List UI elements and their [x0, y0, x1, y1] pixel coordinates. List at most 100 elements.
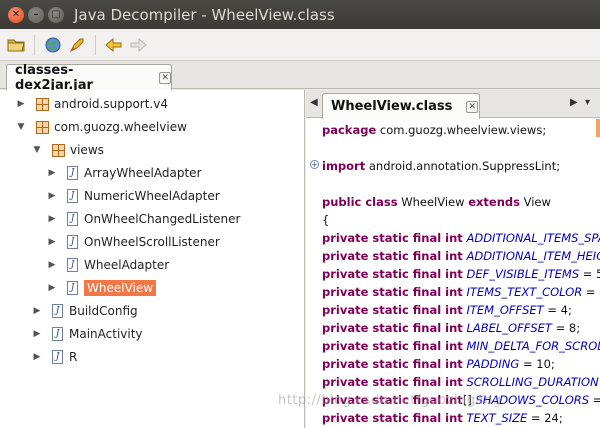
code-text: = { [592, 393, 600, 407]
code-keyword: public class [322, 195, 398, 209]
collapsed-arrow-icon[interactable]: ▶ [47, 168, 57, 178]
code-text: = -16 [585, 285, 600, 299]
tree-node-com-guozg-wheelview[interactable]: ▼ com.guozg.wheelview [16, 117, 187, 137]
tree-node-label: ArrayWheelAdapter [84, 166, 202, 180]
editor-tab-label: WheelView.class [331, 99, 453, 114]
package-icon [36, 120, 49, 134]
tree-node-arraywheeladapter[interactable]: ▶ J ArrayWheelAdapter [47, 163, 202, 183]
tree-node-onwheelchangedlistener[interactable]: ▶ J OnWheelChangedListener [47, 209, 240, 229]
code-line: private static final int ITEMS_TEXT_COLO… [322, 283, 600, 301]
java-file-icon: J [67, 189, 78, 203]
collapsed-arrow-icon[interactable]: ▶ [47, 214, 57, 224]
tree-node-label: MainActivity [69, 327, 143, 341]
tree-node-wheeladapter[interactable]: ▶ J WheelAdapter [47, 255, 169, 275]
editor-gutter: + [306, 119, 320, 428]
code-line: private static final int SCROLLING_DURAT… [322, 373, 600, 391]
code-field-name: SCROLLING_DURATION [462, 375, 599, 389]
code-line: private static final int TEXT_SIZE = 24; [322, 409, 563, 427]
collapsed-arrow-icon[interactable]: ▶ [32, 352, 42, 362]
tree-node-label: OnWheelChangedListener [84, 212, 241, 226]
tree-node-wheelview[interactable]: ▶ J WheelView [47, 278, 157, 298]
java-file-icon: J [67, 212, 78, 226]
code-line: private static final int MIN_DELTA_FOR_S… [322, 337, 600, 355]
code-keyword: private static final int [322, 303, 463, 317]
code-editor: ◀ WheelView.class ✕ ▶ ▾ + package com.gu… [306, 90, 600, 428]
tree-node-r[interactable]: ▶ J R [32, 347, 77, 367]
code-keyword: private static final int [322, 339, 463, 353]
tree-node-label: android.support.v4 [54, 97, 168, 111]
jar-tab[interactable]: classes-dex2jar.jar ✕ [6, 62, 172, 93]
code-text: = 4; [543, 303, 572, 317]
java-file-icon: J [67, 166, 78, 180]
minimize-window-button[interactable]: – [28, 6, 44, 23]
code-keyword: private static final int [322, 375, 463, 389]
tab-list-icon[interactable]: ▾ [585, 97, 590, 108]
code-field-name: LABEL_OFFSET [462, 321, 552, 335]
close-window-button[interactable]: ✕ [8, 6, 24, 23]
tree-node-android-support-v4[interactable]: ▶ android.support.v4 [16, 94, 168, 114]
code-field-name: MIN_DELTA_FOR_SCROLL [462, 339, 600, 353]
expanded-arrow-icon[interactable]: ▼ [32, 145, 42, 155]
code-keyword: private static final int [322, 231, 463, 245]
jar-tab-bar: classes-dex2jar.jar ✕ [0, 61, 600, 93]
code-keyword: private static final int [322, 267, 463, 281]
code-keyword: private static final int [322, 321, 463, 335]
code-keyword: private static final int [322, 411, 463, 425]
watermark: http://blog.csdn.net/guozhigang [278, 393, 502, 408]
editor-tab-close-icon[interactable]: ✕ [466, 100, 479, 113]
back-arrow-icon[interactable] [104, 35, 124, 55]
tree-node-views[interactable]: ▼ views [32, 140, 104, 160]
maximize-window-button[interactable]: ▢ [48, 6, 64, 23]
collapsed-arrow-icon[interactable]: ▶ [47, 191, 57, 201]
code-field-name: ADDITIONAL_ITEM_HEIGH [462, 249, 600, 263]
open-folder-icon[interactable] [6, 35, 26, 55]
package-icon [52, 143, 65, 157]
expanded-arrow-icon[interactable]: ▼ [16, 122, 26, 132]
overview-marker [596, 119, 600, 137]
tree-node-label: views [70, 143, 104, 157]
fold-expand-icon[interactable]: + [310, 160, 319, 169]
collapsed-arrow-icon[interactable]: ▶ [16, 99, 26, 109]
tree-node-onwheelscrolllistener[interactable]: ▶ J OnWheelScrollListener [47, 232, 220, 252]
editor-tab-wheelview[interactable]: WheelView.class ✕ [322, 93, 480, 119]
code-text: android.annotation.SuppressLint; [365, 159, 561, 173]
code-line: private static final int LABEL_OFFSET = … [322, 319, 580, 337]
code-field-name: TEXT_SIZE [462, 411, 528, 425]
tree-node-buildconfig[interactable]: ▶ J BuildConfig [32, 301, 138, 321]
code-field-name: ITEMS_TEXT_COLOR [462, 285, 583, 299]
collapsed-arrow-icon[interactable]: ▶ [47, 260, 57, 270]
tab-scroll-right-icon[interactable]: ▶ [570, 97, 578, 108]
collapsed-arrow-icon[interactable]: ▶ [32, 329, 42, 339]
toolbar-separator [95, 34, 96, 55]
jar-tab-close-icon[interactable]: ✕ [159, 71, 171, 84]
code-line: private static final int ITEM_OFFSET = 4… [322, 301, 572, 319]
jar-tab-label: classes-dex2jar.jar [15, 62, 93, 93]
toolbar-separator [34, 34, 35, 55]
code-text: = 24; [527, 411, 563, 425]
code-line: private static final int ADDITIONAL_ITEM… [322, 247, 600, 265]
tree-node-mainactivity[interactable]: ▶ J MainActivity [32, 324, 143, 344]
collapsed-arrow-icon[interactable]: ▶ [47, 283, 57, 293]
main-area: classes-dex2jar.jar ✕ ▶ android.support.… [0, 61, 600, 428]
code-line: public class WheelView extends View [322, 193, 551, 211]
tree-node-label: WheelAdapter [84, 258, 170, 272]
code-keyword: import [322, 159, 366, 173]
forward-arrow-icon[interactable] [128, 35, 148, 55]
code-text: View [519, 195, 551, 209]
tree-node-label: com.guozg.wheelview [54, 120, 187, 134]
code-field-name: DEF_VISIBLE_ITEMS [462, 267, 580, 281]
code-text: = 10; [519, 357, 555, 371]
code-area[interactable]: package com.guozg.wheelview.views; impor… [322, 119, 600, 428]
code-keyword: package [322, 123, 377, 137]
code-keyword: extends [468, 195, 520, 209]
collapsed-arrow-icon[interactable]: ▶ [47, 237, 57, 247]
globe-icon[interactable] [43, 35, 63, 55]
code-keyword: private static final int [322, 357, 463, 371]
tree-node-label: R [69, 350, 78, 364]
java-file-icon: J [52, 350, 63, 364]
code-line: import android.annotation.SuppressLint; [322, 157, 560, 175]
collapsed-arrow-icon[interactable]: ▶ [32, 306, 42, 316]
tab-scroll-left-icon[interactable]: ◀ [310, 97, 318, 108]
rocket-icon[interactable] [67, 35, 87, 55]
tree-node-numericwheeladapter[interactable]: ▶ J NumericWheelAdapter [47, 186, 220, 206]
